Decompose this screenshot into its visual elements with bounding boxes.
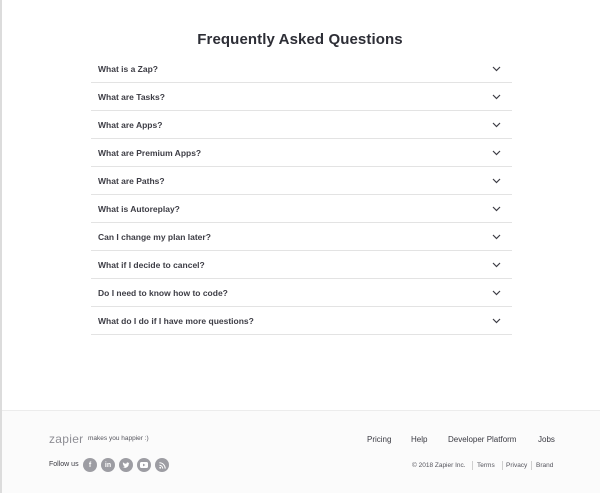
faq-item[interactable]: What is a Zap?: [91, 55, 512, 83]
youtube-icon[interactable]: [137, 458, 151, 472]
chevron-down-icon[interactable]: [491, 288, 501, 298]
chevron-down-icon[interactable]: [491, 148, 501, 158]
legal-divider: [502, 461, 503, 470]
chevron-down-icon[interactable]: [491, 176, 501, 186]
faq-question: What are Premium Apps?: [98, 147, 202, 158]
legal-divider: [531, 461, 532, 470]
faq-question: Can I change my plan later?: [98, 231, 211, 242]
faq-question: What are Paths?: [98, 175, 165, 186]
footer-link-pricing[interactable]: Pricing: [367, 435, 391, 444]
footer-tagline: makes you happier :): [88, 435, 149, 442]
faq-item[interactable]: Can I change my plan later?: [91, 223, 512, 251]
footer-link-developer-platform[interactable]: Developer Platform: [448, 435, 516, 444]
site-footer: zapier makes you happier :) Pricing Help…: [2, 410, 600, 493]
chevron-down-icon[interactable]: [491, 232, 501, 242]
faq-question: What is a Zap?: [98, 63, 158, 74]
copyright-text: © 2018 Zapier Inc.: [412, 462, 466, 469]
faq-question: What is Autoreplay?: [98, 203, 180, 214]
footer-link-help[interactable]: Help: [411, 435, 427, 444]
chevron-down-icon[interactable]: [491, 64, 501, 74]
faq-item[interactable]: Do I need to know how to code?: [91, 279, 512, 307]
page-title: Frequently Asked Questions: [197, 31, 403, 48]
faq-item[interactable]: What are Premium Apps?: [91, 139, 512, 167]
chevron-down-icon[interactable]: [491, 204, 501, 214]
faq-question: Do I need to know how to code?: [98, 287, 228, 298]
faq-item[interactable]: What if I decide to cancel?: [91, 251, 512, 279]
faq-question: What are Apps?: [98, 119, 163, 130]
twitter-icon[interactable]: [119, 458, 133, 472]
faq-item[interactable]: What is Autoreplay?: [91, 195, 512, 223]
faq-question: What are Tasks?: [98, 91, 165, 102]
chevron-down-icon[interactable]: [491, 92, 501, 102]
footer-link-jobs[interactable]: Jobs: [538, 435, 555, 444]
rss-icon[interactable]: [155, 458, 169, 472]
chevron-down-icon[interactable]: [491, 260, 501, 270]
faq-list: What is a Zap? What are Tasks? What are …: [91, 55, 512, 335]
faq-item[interactable]: What are Paths?: [91, 167, 512, 195]
faq-question: What if I decide to cancel?: [98, 259, 205, 270]
zapier-logo[interactable]: zapier: [49, 432, 83, 446]
chevron-down-icon[interactable]: [491, 316, 501, 326]
faq-item[interactable]: What do I do if I have more questions?: [91, 307, 512, 335]
follow-us-label: Follow us: [49, 461, 79, 468]
faq-question: What do I do if I have more questions?: [98, 315, 254, 326]
linkedin-icon[interactable]: in: [101, 458, 115, 472]
chevron-down-icon[interactable]: [491, 120, 501, 130]
faq-item[interactable]: What are Tasks?: [91, 83, 512, 111]
facebook-icon[interactable]: f: [83, 458, 97, 472]
footer-link-brand[interactable]: Brand: [536, 462, 553, 469]
footer-link-privacy[interactable]: Privacy: [506, 462, 527, 469]
footer-link-terms[interactable]: Terms: [477, 462, 495, 469]
legal-divider: [472, 461, 473, 470]
faq-item[interactable]: What are Apps?: [91, 111, 512, 139]
